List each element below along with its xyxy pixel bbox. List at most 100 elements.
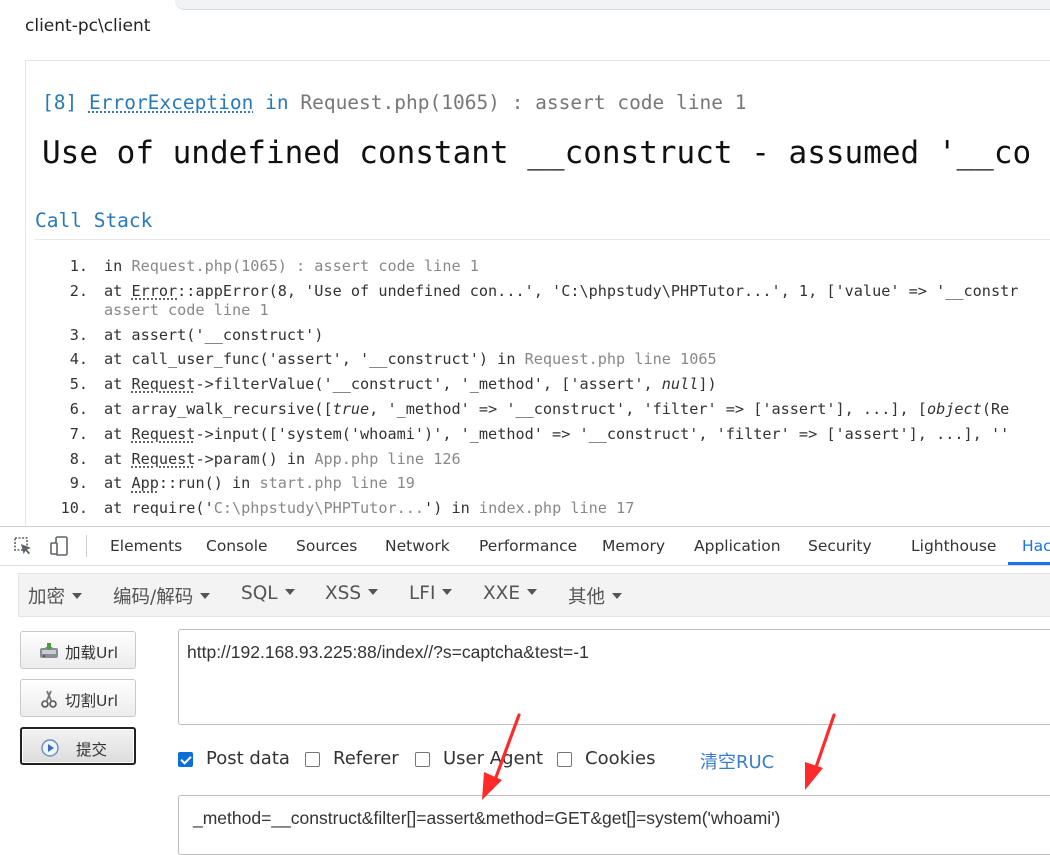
scissors-icon (41, 690, 57, 708)
call-stack-item-text: at Request->filterValue('__construct', '… (104, 375, 717, 394)
cookies-checkbox[interactable] (557, 752, 572, 767)
caret-down-icon (368, 589, 379, 595)
submit-button[interactable]: 提交 (20, 727, 136, 765)
call-stack-item-text: at require('C:\phpstudy\PHPTutor...') in… (104, 499, 634, 518)
device-toolbar-icon[interactable] (48, 535, 70, 557)
call-stack-divider (35, 239, 1050, 240)
call-stack-fragment: at call_user_func('assert', '__construct… (104, 350, 525, 369)
call-stack-fragment: Request.php(1065) : assert code line 1 (131, 257, 479, 275)
tab-lighthouse[interactable]: Lighthouse (911, 537, 996, 555)
call-stack-item-number: 8. (69, 449, 88, 468)
exception-header: [8] ErrorException in Request.php(1065) … (42, 91, 746, 114)
call-stack-item-number: 7. (69, 424, 88, 443)
exception-in-word: in (265, 91, 289, 114)
call-stack-fragment: index.php line 17 (478, 499, 635, 518)
call-stack-fragment: ->filterValue('__construct', '_method', … (195, 375, 662, 394)
call-stack-fragment: at (104, 375, 132, 394)
menu-lfi[interactable]: LFI (409, 583, 453, 604)
tab-sources[interactable]: Sources (296, 537, 357, 555)
play-icon (41, 739, 59, 757)
exception-message: Use of undefined constant __construct - … (42, 135, 1032, 171)
call-stack-item-text: at Request->param() in App.php line 126 (104, 450, 461, 469)
clear-ruc-link[interactable]: 清空RUC (700, 748, 774, 774)
call-stack-item-number: 3. (69, 325, 88, 344)
call-stack-title: Call Stack (35, 209, 153, 232)
call-stack-fragment: C:\phpstudy\PHPTutor... (213, 499, 425, 518)
call-stack-item-text: at array_walk_recursive([true, '_method'… (104, 400, 1009, 419)
call-stack-fragment: object (926, 399, 982, 418)
devtools-separator (86, 535, 87, 557)
call-stack-fragment: (Re (981, 399, 1010, 418)
annotation-arrow-right (805, 713, 836, 790)
call-stack-class-link[interactable]: Error (131, 282, 177, 300)
split-url-button[interactable]: 切割Url (20, 679, 136, 717)
address-bar-edge[interactable] (175, 0, 1050, 10)
call-stack-fragment: at array_walk_recursive([ (104, 399, 333, 418)
call-stack-item-number: 9. (69, 474, 88, 493)
menu-lfi-label: LFI (409, 583, 436, 604)
exception-code: [8] (42, 91, 78, 114)
menu-other[interactable]: 其他 (568, 583, 623, 609)
call-stack-class-link[interactable]: Request (131, 450, 195, 468)
url-input[interactable]: http://192.168.93.225:88/index//?s=captc… (178, 629, 1050, 725)
submit-label: 提交 (76, 741, 108, 759)
call-stack-item-text: at Error::appError(8, 'Use of undefined … (104, 282, 1018, 320)
call-stack-item-number: 5. (69, 375, 88, 394)
call-stack-item-number: 1. (69, 257, 88, 275)
tab-hackbar[interactable]: Hac (1022, 537, 1050, 555)
call-stack-item-number: 4. (69, 350, 88, 369)
call-stack-class-link[interactable]: Request (131, 375, 195, 393)
tab-performance[interactable]: Performance (479, 537, 577, 555)
call-stack-item-number: 2. (69, 281, 88, 300)
post-data-input[interactable]: _method=__construct&filter[]=assert&meth… (178, 795, 1050, 855)
caret-down-icon (200, 593, 211, 599)
menu-encrypt-label: 加密 (28, 587, 66, 608)
call-stack-continuation: assert code line 1 (104, 300, 269, 319)
annotation-arrow-left (482, 713, 521, 800)
exception-location: Request.php(1065) : assert code line 1 (300, 91, 747, 114)
menu-sql[interactable]: SQL (241, 583, 295, 604)
call-stack-item-text: at call_user_func('assert', '__construct… (104, 350, 717, 369)
call-stack-fragment: , '_method' => '__construct', 'filter' =… (369, 399, 927, 418)
call-stack-fragment: at require(' (104, 499, 214, 518)
inspect-element-icon[interactable] (12, 535, 34, 557)
split-url-label: 切割Url (65, 692, 119, 710)
caret-down-icon (442, 589, 453, 595)
active-tab-indicator (1008, 562, 1050, 565)
menu-xxe-label: XXE (483, 583, 521, 604)
call-stack-fragment: ->param() in (195, 449, 315, 468)
call-stack-item-text: at App::run() in start.php line 19 (104, 474, 415, 493)
call-stack-fragment: ]) (698, 375, 717, 394)
user-agent-checkbox[interactable] (415, 752, 430, 767)
devtools-tabbar: Elements Console Sources Network Perform… (0, 527, 1050, 566)
call-stack-fragment: ::run() in (158, 474, 260, 493)
menu-sql-label: SQL (241, 583, 278, 604)
load-url-label: 加载Url (65, 644, 119, 662)
tab-network[interactable]: Network (385, 537, 450, 555)
tab-security[interactable]: Security (808, 537, 872, 555)
menu-encode-decode[interactable]: 编码/解码 (113, 583, 211, 609)
call-stack-class-link[interactable]: App (131, 474, 158, 492)
call-stack-fragment: true (332, 399, 370, 418)
tab-console[interactable]: Console (206, 537, 268, 555)
menu-encrypt[interactable]: 加密 (28, 583, 83, 609)
menu-xss[interactable]: XSS (325, 583, 379, 604)
exception-class-link[interactable]: ErrorException (89, 91, 253, 114)
hackbar-menu: 加密 编码/解码 SQL XSS LFI XXE 其他 (18, 573, 1050, 617)
load-url-button[interactable]: 加载Url (20, 631, 136, 669)
tab-memory[interactable]: Memory (602, 537, 665, 555)
menu-encode-decode-label: 编码/解码 (113, 587, 194, 608)
call-stack-class-link[interactable]: Request (131, 425, 195, 443)
menu-xss-label: XSS (325, 583, 362, 604)
tab-elements[interactable]: Elements (110, 537, 182, 555)
call-stack-item-text: in Request.php(1065) : assert code line … (104, 257, 479, 276)
menu-xxe[interactable]: XXE (483, 583, 538, 604)
tab-application[interactable]: Application (694, 537, 781, 555)
call-stack-fragment: null (661, 375, 699, 394)
post-data-checkbox[interactable] (178, 752, 193, 767)
caret-down-icon (612, 593, 623, 599)
call-stack-item-number: 10. (60, 499, 88, 518)
load-url-icon (40, 643, 58, 658)
referer-checkbox[interactable] (305, 752, 320, 767)
call-stack-fragment: start.php line 19 (259, 474, 415, 493)
